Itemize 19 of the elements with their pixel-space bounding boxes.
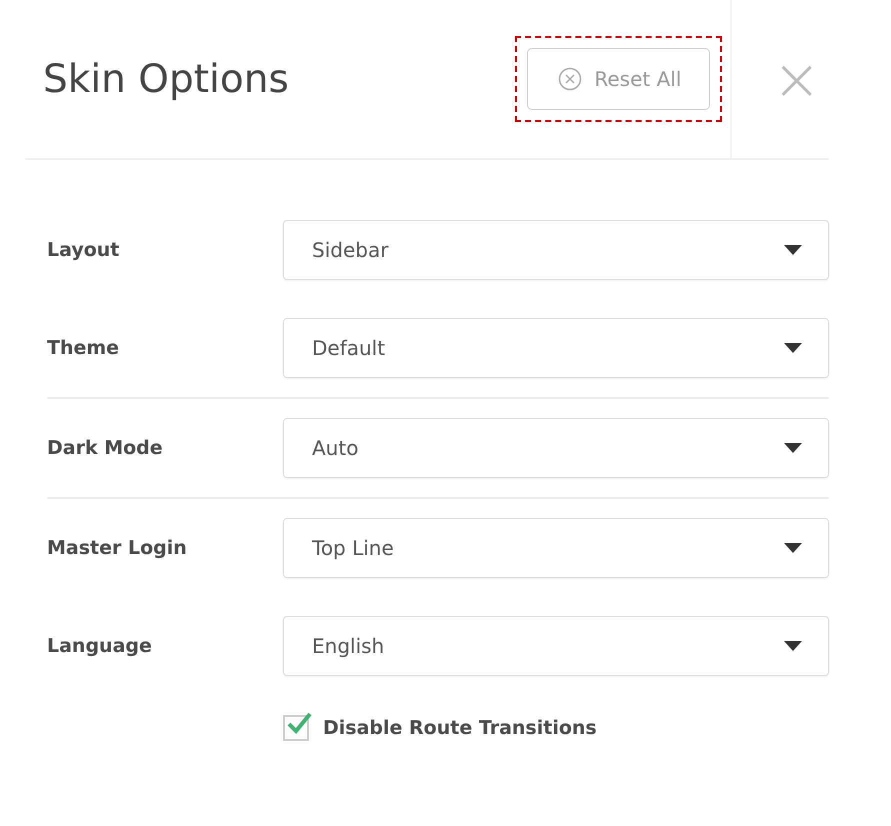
caret-icon <box>784 641 802 651</box>
checkbox-label: Disable Route Transitions <box>323 717 597 739</box>
caret-icon <box>784 245 802 255</box>
field-label: Language <box>47 635 153 657</box>
select-dropdown[interactable]: English <box>283 616 829 676</box>
select-dropdown[interactable]: Sidebar <box>283 220 829 280</box>
caret-icon <box>784 543 802 553</box>
field-label: Layout <box>47 239 120 261</box>
select-dropdown[interactable]: Auto <box>283 418 829 478</box>
checkbox[interactable] <box>283 715 309 741</box>
close-circle-icon <box>558 67 582 91</box>
field-label: Dark Mode <box>47 437 164 459</box>
select-dropdown[interactable]: Default <box>283 318 829 378</box>
field-label: Theme <box>47 337 120 359</box>
select-dropdown[interactable]: Top Line <box>283 518 829 578</box>
field-label: Master Login <box>47 537 188 559</box>
caret-icon <box>784 443 802 453</box>
panel-title: Skin Options <box>43 56 290 102</box>
caret-icon <box>784 343 802 353</box>
